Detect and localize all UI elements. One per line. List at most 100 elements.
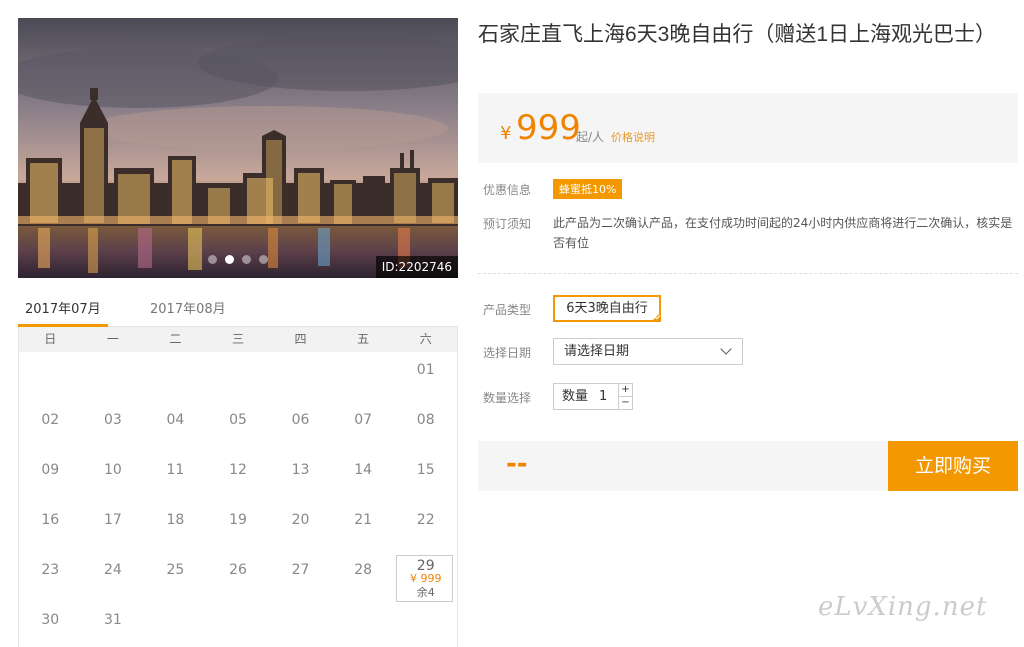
calendar-day: 20 — [269, 502, 332, 552]
weekday-thu: 四 — [294, 332, 307, 346]
weekday-sat: 六 — [419, 332, 432, 346]
calendar-day[interactable]: 29 ¥ 999 余4 — [394, 552, 457, 602]
carousel-dot[interactable] — [242, 255, 251, 264]
calendar-day: 25 — [144, 552, 207, 602]
day-number: 02 — [41, 412, 60, 428]
select-date-label: 选择日期 — [483, 346, 532, 360]
calendar-day: 01 — [394, 352, 457, 402]
calendar-day: 09 — [19, 452, 82, 502]
day-number: 11 — [166, 462, 185, 478]
promo-tag: 蜂蜜抵10% — [553, 179, 623, 199]
quantity-label: 数量选择 — [483, 391, 532, 405]
booking-notice: 此产品为二次确认产品，在支付成功时间起的24小时内供应商将进行二次确认，核实是否… — [553, 216, 1013, 250]
quantity-prefix: 数量 — [562, 389, 589, 404]
calendar-day: 31 — [82, 602, 145, 647]
weekday-sun: 日 — [44, 332, 57, 346]
day-number: 25 — [166, 562, 185, 578]
day-number: 10 — [103, 462, 122, 478]
calendar-day: 19 — [207, 502, 270, 552]
calendar-day-grid: 01 02 03 04 05 06 07 08 09 10 11 12 13 14 15 16 17 18 19 20… — [19, 352, 457, 647]
price-calendar: 日 一 二 三 四 五 六 01 02 03 04 05 06 07 08 09 10 11 12 13… — [18, 327, 458, 647]
calendar-day: 11 — [144, 452, 207, 502]
calendar-day: 08 — [394, 402, 457, 452]
day-number: 15 — [416, 462, 435, 478]
day-number: 24 — [103, 562, 122, 578]
notice-label: 预订须知 — [483, 217, 532, 231]
day-number: 07 — [354, 412, 373, 428]
price-unit: 起/人 — [576, 130, 605, 144]
day-stock: 余4 — [416, 586, 435, 599]
day-number: 20 — [291, 512, 310, 528]
day-number: 27 — [291, 562, 310, 578]
day-number: 26 — [229, 562, 247, 578]
day-number: 01 — [416, 362, 435, 378]
tab-2017-08[interactable]: 2017年08月 — [150, 298, 226, 317]
calendar-day: 13 — [269, 452, 332, 502]
day-number: 08 — [416, 412, 435, 428]
calendar-day: 06 — [269, 402, 332, 452]
carousel-dot[interactable] — [259, 255, 268, 264]
calendar-day: 30 — [19, 602, 82, 647]
day-number: 12 — [229, 462, 247, 478]
day-number: 21 — [354, 512, 373, 528]
calendar-day: 21 — [332, 502, 395, 552]
chevron-down-icon — [720, 343, 732, 355]
price-explain-link[interactable]: 价格说明 — [611, 129, 655, 145]
day-number: 03 — [103, 412, 122, 428]
price-amount: 999 — [516, 108, 581, 148]
calendar-day: 12 — [207, 452, 270, 502]
weekday-wed: 三 — [231, 332, 244, 346]
day-number: 16 — [41, 512, 60, 528]
calendar-day: 02 — [19, 402, 82, 452]
carousel-dot[interactable] — [208, 255, 217, 264]
product-image[interactable]: ID:2202746 — [18, 18, 458, 278]
day-number: 28 — [354, 562, 373, 578]
day-number: 14 — [354, 462, 373, 478]
day-number: 22 — [416, 512, 435, 528]
tab-2017-07[interactable]: 2017年07月 — [25, 298, 101, 317]
calendar-day: 14 — [332, 452, 395, 502]
calendar-day: 28 — [332, 552, 395, 602]
calendar-day: 22 — [394, 502, 457, 552]
product-type-option[interactable]: 6天3晚自由行 — [553, 295, 661, 322]
buy-now-button[interactable]: 立即购买 — [888, 441, 1018, 491]
calendar-month-tabs: 2017年07月 2017年08月 — [18, 292, 458, 327]
total-price: -- — [506, 449, 528, 479]
product-title: 石家庄直飞上海6天3晚自由行（赠送1日上海观光巴士） — [478, 23, 997, 46]
selected-check-icon — [651, 312, 661, 322]
quantity-decrease-button[interactable]: − — [618, 397, 632, 410]
calendar-day: 16 — [19, 502, 82, 552]
product-type-value: 6天3晚自由行 — [566, 301, 648, 316]
calendar-day: 05 — [207, 402, 270, 452]
day-number: 31 — [103, 612, 122, 628]
day-number: 04 — [166, 412, 185, 428]
weekday-mon: 一 — [106, 332, 119, 346]
calendar-day: 10 — [82, 452, 145, 502]
quantity-increase-button[interactable]: + — [618, 384, 632, 397]
quantity-value[interactable]: 1 — [599, 384, 607, 409]
calendar-weekday-header: 日 一 二 三 四 五 六 — [19, 327, 457, 352]
day-number: 30 — [41, 612, 60, 628]
calendar-day: 18 — [144, 502, 207, 552]
calendar-day: 15 — [394, 452, 457, 502]
shanghai-bund-night-photo — [18, 18, 458, 278]
currency-symbol: ¥ — [500, 123, 512, 144]
day-number: 05 — [229, 412, 247, 428]
weekday-tue: 二 — [169, 332, 182, 346]
weekday-fri: 五 — [357, 332, 370, 346]
calendar-day: 27 — [269, 552, 332, 602]
image-id-label: ID:2202746 — [375, 256, 458, 278]
section-divider — [478, 273, 1018, 274]
day-number: 06 — [291, 412, 310, 428]
day-number: 19 — [229, 512, 247, 528]
carousel-dot[interactable] — [225, 255, 234, 264]
date-select[interactable]: 请选择日期 — [553, 338, 743, 365]
calendar-day: 26 — [207, 552, 270, 602]
calendar-day: 07 — [332, 402, 395, 452]
quantity-stepper[interactable]: 数量 1 + − — [553, 383, 633, 410]
price-panel: ¥ 999 起/人 价格说明 — [478, 93, 1018, 163]
watermark-logo: eLvXing.net — [818, 592, 988, 622]
day-number: 17 — [103, 512, 122, 528]
calendar-day: 04 — [144, 402, 207, 452]
calendar-day: 03 — [82, 402, 145, 452]
